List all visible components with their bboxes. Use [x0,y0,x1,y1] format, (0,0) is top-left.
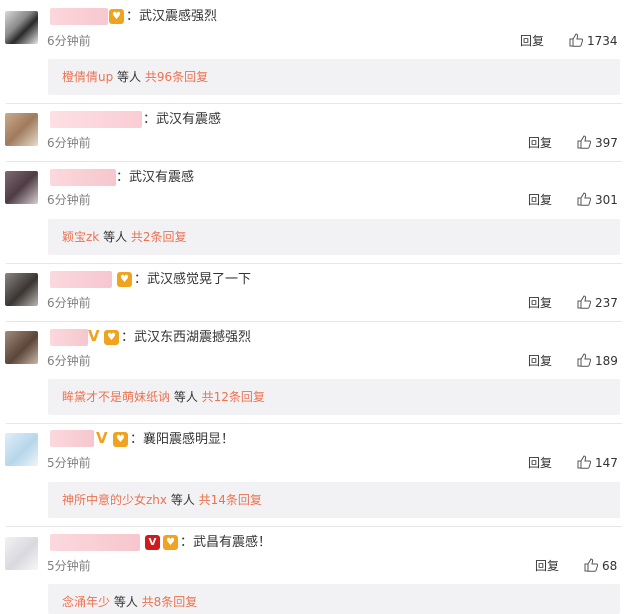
reply-button[interactable]: 回复 [528,192,552,208]
comment-text: ：武汉有震感 [116,170,195,185]
heart-badge-icon: ♥ [117,272,132,287]
avatar[interactable] [5,113,38,146]
username-blurred[interactable] [50,271,112,288]
like-button[interactable]: 237 [577,295,618,311]
sub-replies[interactable]: 眸黛才不是萌妹纸讷 等人 共12条回复 [48,379,620,415]
comment-time: 6分钟前 [47,136,91,150]
divider [6,103,622,104]
reply-button[interactable]: 回复 [535,558,559,574]
sub-reply-mid: 等人 [99,230,131,244]
sub-reply-user[interactable]: 神所中意的少女zhx [62,493,167,507]
thumb-up-icon [569,33,584,47]
reply-button[interactable]: 回复 [528,135,552,151]
username-blurred[interactable] [50,430,94,447]
avatar[interactable] [5,273,38,306]
avatar[interactable] [5,171,38,204]
username-blurred[interactable] [50,169,116,186]
comment-text: ：武汉震感强烈 [126,9,218,24]
username-blurred[interactable] [50,8,108,25]
reply-button[interactable]: 回复 [528,295,552,311]
comment-time: 5分钟前 [47,559,91,573]
like-count: 189 [595,354,618,368]
like-button[interactable]: 1734 [569,33,618,49]
v-text-icon: V [88,327,100,345]
heart-badge-icon: ♥ [163,535,178,550]
like-button[interactable]: 68 [584,558,617,574]
comment-text: ：武汉感觉晃了一下 [134,272,252,287]
comment-time: 5分钟前 [47,456,91,470]
sub-reply-count[interactable]: 共96条回复 [145,70,208,84]
heart-badge-icon: ♥ [113,432,128,447]
like-count: 147 [595,456,618,470]
sub-reply-mid: 等人 [110,595,142,609]
username-blurred[interactable] [50,329,88,346]
thumb-up-icon [577,353,592,367]
comment-time: 6分钟前 [47,193,91,207]
like-count: 397 [595,136,618,150]
sub-reply-mid: 等人 [113,70,145,84]
divider [6,423,622,424]
sub-reply-mid: 等人 [167,493,199,507]
thumb-up-icon [584,558,599,572]
thumb-up-icon [577,455,592,469]
thumb-up-icon [577,135,592,149]
divider [6,161,622,162]
comment-text: ：襄阳震感明显！ [130,432,235,447]
avatar[interactable] [5,433,38,466]
comment-text: ：武汉有震感 [143,112,222,127]
comment-time: 6分钟前 [47,296,91,310]
divider [6,263,622,264]
avatar[interactable] [5,331,38,364]
comment-text: ：武汉东西湖震撼强烈 [121,330,252,345]
sub-replies[interactable]: 神所中意的少女zhx 等人 共14条回复 [48,482,620,518]
like-count: 301 [595,193,618,207]
comment-time: 6分钟前 [47,354,91,368]
thumb-up-icon [577,295,592,309]
reply-button[interactable]: 回复 [520,33,544,49]
like-button[interactable]: 301 [577,192,618,208]
sub-replies[interactable]: 念涌年少 等人 共8条回复 [48,584,620,614]
sub-replies[interactable]: 橙倩倩up 等人 共96条回复 [48,59,620,95]
v-badge-icon: V [145,535,160,550]
sub-reply-count[interactable]: 共2条回复 [131,230,187,244]
like-button[interactable]: 189 [577,353,618,369]
sub-replies[interactable]: 颖宝zk 等人 共2条回复 [48,219,620,255]
username-blurred[interactable] [50,534,140,551]
like-count: 68 [602,559,618,573]
sub-reply-user[interactable]: 念涌年少 [62,595,110,609]
like-button[interactable]: 397 [577,135,618,151]
reply-button[interactable]: 回复 [528,353,552,369]
divider [6,526,622,527]
like-button[interactable]: 147 [577,455,618,471]
sub-reply-user[interactable]: 橙倩倩up [62,70,113,84]
avatar[interactable] [5,11,38,44]
avatar[interactable] [5,537,38,570]
comment-time: 6分钟前 [47,34,91,48]
thumb-up-icon [577,192,592,206]
sub-reply-mid: 等人 [170,390,202,404]
sub-reply-count[interactable]: 共12条回复 [202,390,265,404]
like-count: 237 [595,296,618,310]
divider [6,321,622,322]
sub-reply-user[interactable]: 眸黛才不是萌妹纸讷 [62,390,170,404]
like-count: 1734 [587,34,618,48]
v-text-icon: V [96,429,108,447]
sub-reply-count[interactable]: 共8条回复 [142,595,198,609]
sub-reply-count[interactable]: 共14条回复 [199,493,262,507]
sub-reply-user[interactable]: 颖宝zk [62,230,99,244]
username-blurred[interactable] [50,111,142,128]
comment-text: ：武昌有震感！ [180,535,272,550]
heart-badge-icon: ♥ [109,9,124,24]
reply-button[interactable]: 回复 [528,455,552,471]
heart-badge-icon: ♥ [104,330,119,345]
